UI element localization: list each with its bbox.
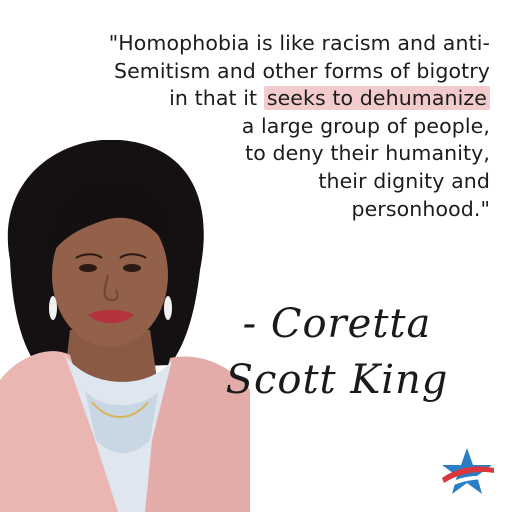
quote-line: personhood." <box>351 196 490 221</box>
quote-line: "Homophobia is like racism and anti- <box>108 31 490 55</box>
attribution-signature: - Coretta Scott King <box>202 296 472 408</box>
quote-line: Semitism and other forms of bigotry <box>113 58 490 83</box>
highlighted-phrase: seeks to dehumanize <box>263 86 490 111</box>
quote-line: a large group of people, <box>241 113 490 138</box>
star-logo-icon <box>442 448 494 494</box>
quote-line-prefix: in that it <box>169 86 264 111</box>
quote-line: their dignity and <box>318 168 490 193</box>
quote-graphic: "Homophobia is like racism and anti- Sem… <box>0 0 512 512</box>
quote-text: "Homophobia is like racism and anti- Sem… <box>20 30 490 223</box>
quote-line: in that it seeks to dehumanize <box>20 85 490 113</box>
quote-line: to deny their humanity, <box>245 141 490 166</box>
attribution-line: Scott King <box>225 357 449 403</box>
attribution-line: - Coretta <box>242 301 432 347</box>
